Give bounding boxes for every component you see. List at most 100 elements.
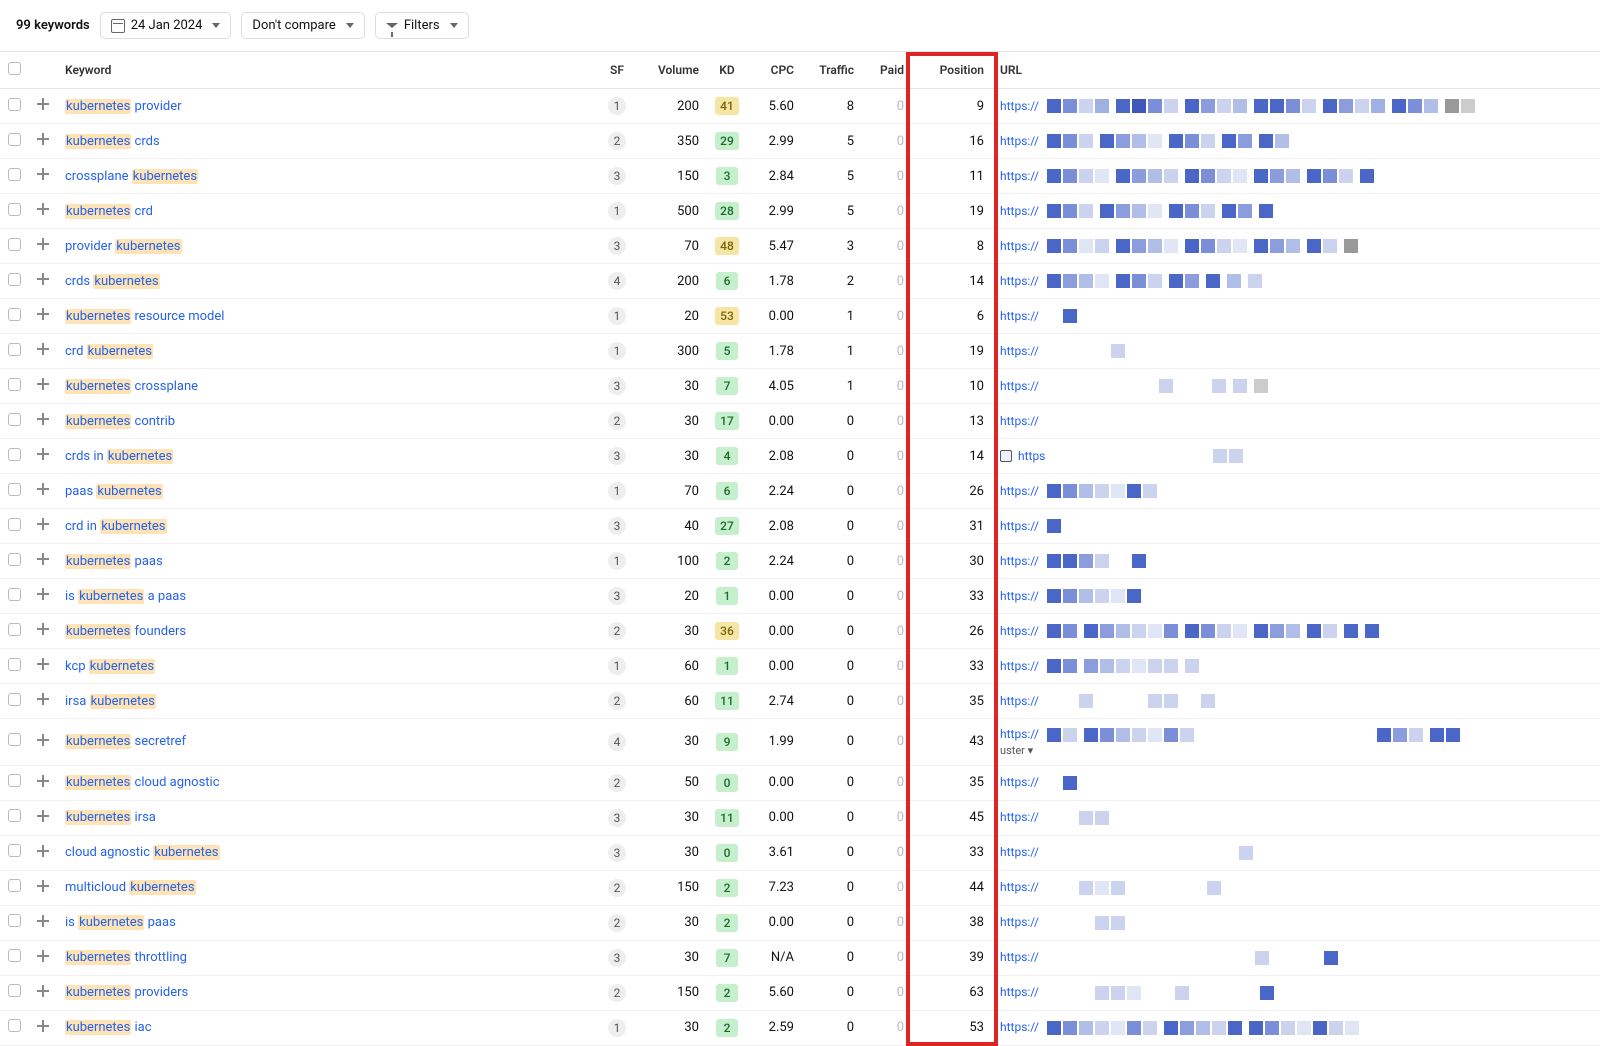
url-cell[interactable]: https:// [992,369,1600,404]
filters-button[interactable]: Filters [375,12,469,39]
keyword-cell[interactable]: kubernetes crd [57,194,597,229]
expand-icon[interactable] [37,238,49,250]
expand-icon[interactable] [37,448,49,460]
url-cell[interactable]: https:// [992,229,1600,264]
url-cell[interactable]: https:// [992,334,1600,369]
url-cell[interactable]: https:// [992,1010,1600,1045]
expand-icon[interactable] [37,845,49,857]
row-checkbox[interactable] [8,168,21,181]
row-checkbox[interactable] [8,483,21,496]
url-cell[interactable]: https:// [992,649,1600,684]
keyword-cell[interactable]: crossplane kubernetes [57,159,597,194]
expand-icon[interactable] [37,950,49,962]
keyword-cell[interactable]: crd in kubernetes [57,509,597,544]
expand-icon[interactable] [37,588,49,600]
row-checkbox[interactable] [8,553,21,566]
expand-icon[interactable] [37,308,49,320]
keyword-cell[interactable]: multicloud kubernetes [57,870,597,905]
keyword-cell[interactable]: cloud agnostic kubernetes [57,835,597,870]
url-cell[interactable]: https:// [992,940,1600,975]
row-checkbox[interactable] [8,238,21,251]
header-sf[interactable]: SF [597,52,637,89]
url-cell[interactable]: https:// [992,194,1600,229]
row-checkbox[interactable] [8,949,21,962]
url-cell[interactable]: https:// [992,299,1600,334]
expand-icon[interactable] [37,775,49,787]
expand-icon[interactable] [37,518,49,530]
url-cell[interactable]: https:// [992,264,1600,299]
url-cell[interactable]: https:// [992,905,1600,940]
keyword-cell[interactable]: kubernetes crds [57,124,597,159]
expand-icon[interactable] [37,203,49,215]
url-cell[interactable]: https:// [992,89,1600,124]
expand-icon[interactable] [37,658,49,670]
url-cell[interactable]: https:// [992,474,1600,509]
row-checkbox[interactable] [8,308,21,321]
keyword-cell[interactable]: kubernetes contrib [57,404,597,439]
keyword-cell[interactable]: kubernetes provider [57,89,597,124]
expand-icon[interactable] [37,98,49,110]
keyword-cell[interactable]: kcp kubernetes [57,649,597,684]
row-checkbox[interactable] [8,844,21,857]
row-checkbox[interactable] [8,98,21,111]
keyword-cell[interactable]: crd kubernetes [57,334,597,369]
url-cell[interactable]: https:// [992,159,1600,194]
keyword-cell[interactable]: crds kubernetes [57,264,597,299]
row-checkbox[interactable] [8,693,21,706]
header-kd[interactable]: KD [707,52,747,89]
url-cell[interactable]: https:// [992,614,1600,649]
expand-icon[interactable] [37,273,49,285]
expand-icon[interactable] [37,1020,49,1032]
row-checkbox[interactable] [8,879,21,892]
expand-icon[interactable] [37,133,49,145]
row-checkbox[interactable] [8,914,21,927]
keyword-cell[interactable]: kubernetes crossplane [57,369,597,404]
url-cell[interactable]: https:// [992,544,1600,579]
expand-icon[interactable] [37,168,49,180]
select-all-checkbox[interactable] [8,62,21,75]
keyword-cell[interactable]: kubernetes resource model [57,299,597,334]
row-checkbox[interactable] [8,733,21,746]
row-checkbox[interactable] [8,273,21,286]
url-cell[interactable]: https [992,439,1600,474]
keyword-cell[interactable]: kubernetes secretref [57,719,597,766]
expand-icon[interactable] [37,623,49,635]
url-cell[interactable]: https:// [992,975,1600,1010]
keyword-cell[interactable]: kubernetes paas [57,544,597,579]
keyword-cell[interactable]: crds in kubernetes [57,439,597,474]
keyword-cell[interactable]: kubernetes iac [57,1010,597,1045]
row-checkbox[interactable] [8,658,21,671]
expand-icon[interactable] [37,985,49,997]
keyword-cell[interactable]: is kubernetes a paas [57,579,597,614]
url-cell[interactable]: https:// [992,404,1600,439]
row-checkbox[interactable] [8,133,21,146]
row-checkbox[interactable] [8,774,21,787]
expand-icon[interactable] [37,915,49,927]
url-cell[interactable]: https:// [992,124,1600,159]
url-cell[interactable]: https:// [992,870,1600,905]
keyword-cell[interactable]: paas kubernetes [57,474,597,509]
url-cell[interactable]: https:// [992,579,1600,614]
header-paid[interactable]: Paid [862,52,912,89]
expand-icon[interactable] [37,343,49,355]
url-cell[interactable]: https:// [992,835,1600,870]
expand-icon[interactable] [37,483,49,495]
expand-icon[interactable] [37,734,49,746]
expand-icon[interactable] [37,553,49,565]
date-picker-button[interactable]: 24 Jan 2024 [100,12,232,39]
header-cpc[interactable]: CPC [747,52,802,89]
url-cell[interactable]: https:// [992,800,1600,835]
row-checkbox[interactable] [8,984,21,997]
row-checkbox[interactable] [8,448,21,461]
row-checkbox[interactable] [8,203,21,216]
keyword-cell[interactable]: kubernetes throttling [57,940,597,975]
keyword-cell[interactable]: is kubernetes paas [57,905,597,940]
expand-icon[interactable] [37,810,49,822]
url-cell[interactable]: https:// [992,684,1600,719]
url-cell[interactable]: https:// [992,509,1600,544]
keyword-cell[interactable]: kubernetes providers [57,975,597,1010]
expand-icon[interactable] [37,378,49,390]
keyword-cell[interactable]: kubernetes founders [57,614,597,649]
row-checkbox[interactable] [8,378,21,391]
url-cell[interactable]: https:// uster ▾ [992,719,1600,766]
